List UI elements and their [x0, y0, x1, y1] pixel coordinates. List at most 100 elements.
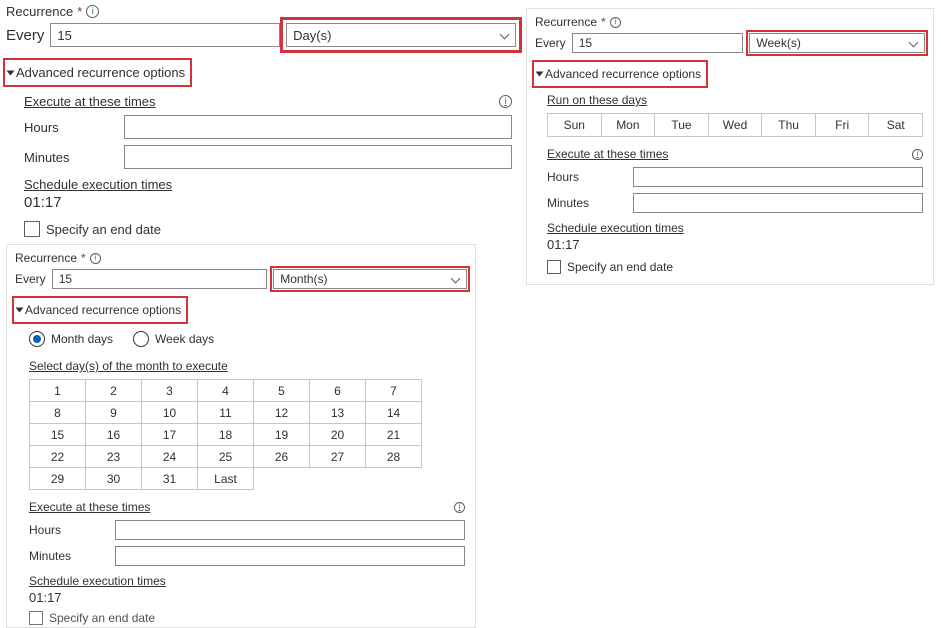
- end-date-checkbox[interactable]: [547, 260, 561, 274]
- day-cell[interactable]: 10: [142, 402, 198, 424]
- day-cell[interactable]: 16: [86, 424, 142, 446]
- unit-select-value: Day(s): [293, 28, 331, 43]
- day-cell[interactable]: 2: [86, 380, 142, 402]
- execute-times-title: Execute at these times: [24, 94, 156, 109]
- recurrence-label-row: Recurrence * i: [535, 15, 925, 29]
- day-cell[interactable]: 3: [142, 380, 198, 402]
- hours-label: Hours: [547, 170, 633, 184]
- day-cell[interactable]: 21: [366, 424, 422, 446]
- end-date-checkbox[interactable]: [24, 221, 40, 237]
- interval-input[interactable]: [572, 33, 744, 53]
- day-btn-sun[interactable]: Sun: [547, 113, 602, 137]
- hours-input[interactable]: [124, 115, 512, 139]
- day-cell[interactable]: 15: [30, 424, 86, 446]
- day-cell[interactable]: 14: [366, 402, 422, 424]
- info-icon[interactable]: i: [90, 253, 101, 264]
- day-btn-tue[interactable]: Tue: [655, 113, 709, 137]
- end-date-label: Specify an end date: [46, 222, 161, 237]
- hours-label: Hours: [29, 523, 115, 537]
- schedule-title: Schedule execution times: [24, 177, 512, 192]
- end-date-checkbox[interactable]: [29, 611, 43, 625]
- day-cell-last[interactable]: Last: [198, 468, 254, 490]
- end-date-label: Specify an end date: [49, 611, 155, 625]
- day-cell[interactable]: 19: [254, 424, 310, 446]
- unit-select-days[interactable]: Day(s): [286, 23, 516, 47]
- info-icon[interactable]: i: [912, 149, 923, 160]
- unit-select-weeks[interactable]: Week(s): [749, 33, 925, 53]
- radio-week-days-label: Week days: [155, 332, 214, 346]
- day-cell[interactable]: 25: [198, 446, 254, 468]
- hours-input[interactable]: [633, 167, 923, 187]
- day-cell[interactable]: 26: [254, 446, 310, 468]
- execute-times-title: Execute at these times: [547, 147, 668, 161]
- day-cell[interactable]: 27: [310, 446, 366, 468]
- radio-month-days[interactable]: Month days: [29, 331, 113, 347]
- schedule-title: Schedule execution times: [29, 574, 465, 588]
- day-cell[interactable]: 13: [310, 402, 366, 424]
- radio-week-days[interactable]: Week days: [133, 331, 214, 347]
- day-cell[interactable]: 8: [30, 402, 86, 424]
- caret-down-icon: [16, 308, 24, 313]
- required-asterisk: *: [77, 4, 82, 19]
- required-asterisk: *: [601, 15, 606, 29]
- recurrence-label: Recurrence: [535, 15, 597, 29]
- day-cell[interactable]: 18: [198, 424, 254, 446]
- day-cell[interactable]: 22: [30, 446, 86, 468]
- day-cell[interactable]: 9: [86, 402, 142, 424]
- end-date-label: Specify an end date: [567, 260, 673, 274]
- info-icon[interactable]: i: [610, 17, 621, 28]
- advanced-toggle[interactable]: Advanced recurrence options: [6, 61, 189, 84]
- interval-input[interactable]: [50, 23, 280, 47]
- advanced-toggle[interactable]: Advanced recurrence options: [535, 63, 705, 85]
- day-cell[interactable]: 1: [30, 380, 86, 402]
- month-day-grid: 1 2 3 4 5 6 7 8 9 10 11 12 13 14 15 16 1…: [29, 379, 422, 490]
- info-icon[interactable]: i: [86, 5, 99, 18]
- day-cell-empty: [310, 468, 366, 490]
- execute-times-title: Execute at these times: [29, 500, 150, 514]
- day-btn-wed[interactable]: Wed: [709, 113, 763, 137]
- day-cell[interactable]: 23: [86, 446, 142, 468]
- day-cell[interactable]: 24: [142, 446, 198, 468]
- day-cell[interactable]: 12: [254, 402, 310, 424]
- day-btn-fri[interactable]: Fri: [816, 113, 870, 137]
- unit-select-value: Month(s): [280, 272, 327, 286]
- minutes-label: Minutes: [24, 150, 124, 165]
- chevron-down-icon: [499, 30, 509, 40]
- day-btn-mon[interactable]: Mon: [602, 113, 656, 137]
- day-cell[interactable]: 17: [142, 424, 198, 446]
- hours-input[interactable]: [115, 520, 465, 540]
- day-cell[interactable]: 31: [142, 468, 198, 490]
- every-label: Every: [535, 36, 566, 50]
- minutes-input[interactable]: [633, 193, 923, 213]
- recurrence-label: Recurrence: [6, 4, 73, 19]
- minutes-label: Minutes: [29, 549, 115, 563]
- day-cell[interactable]: 5: [254, 380, 310, 402]
- advanced-toggle[interactable]: Advanced recurrence options: [15, 299, 185, 321]
- info-icon[interactable]: i: [454, 502, 465, 513]
- interval-input[interactable]: [52, 269, 268, 289]
- day-cell[interactable]: 29: [30, 468, 86, 490]
- minutes-input[interactable]: [124, 145, 512, 169]
- day-btn-thu[interactable]: Thu: [762, 113, 816, 137]
- day-cell[interactable]: 6: [310, 380, 366, 402]
- recurrence-label: Recurrence: [15, 251, 77, 265]
- day-cell[interactable]: 4: [198, 380, 254, 402]
- info-icon[interactable]: i: [499, 95, 512, 108]
- day-btn-sat[interactable]: Sat: [869, 113, 923, 137]
- weekday-selector: Sun Mon Tue Wed Thu Fri Sat: [547, 113, 923, 137]
- day-cell[interactable]: 28: [366, 446, 422, 468]
- schedule-time: 01:17: [29, 590, 465, 605]
- minutes-input[interactable]: [115, 546, 465, 566]
- minutes-label: Minutes: [547, 196, 633, 210]
- radio-dot-icon: [33, 335, 41, 343]
- schedule-time: 01:17: [547, 237, 923, 252]
- day-cell[interactable]: 7: [366, 380, 422, 402]
- day-cell[interactable]: 11: [198, 402, 254, 424]
- day-cell-empty: [366, 468, 422, 490]
- day-cell[interactable]: 20: [310, 424, 366, 446]
- day-cell[interactable]: 30: [86, 468, 142, 490]
- unit-select-months[interactable]: Month(s): [273, 269, 467, 289]
- recurrence-label-row: Recurrence * i: [15, 251, 467, 265]
- day-cell-empty: [254, 468, 310, 490]
- recurrence-label-row: Recurrence * i: [6, 4, 516, 19]
